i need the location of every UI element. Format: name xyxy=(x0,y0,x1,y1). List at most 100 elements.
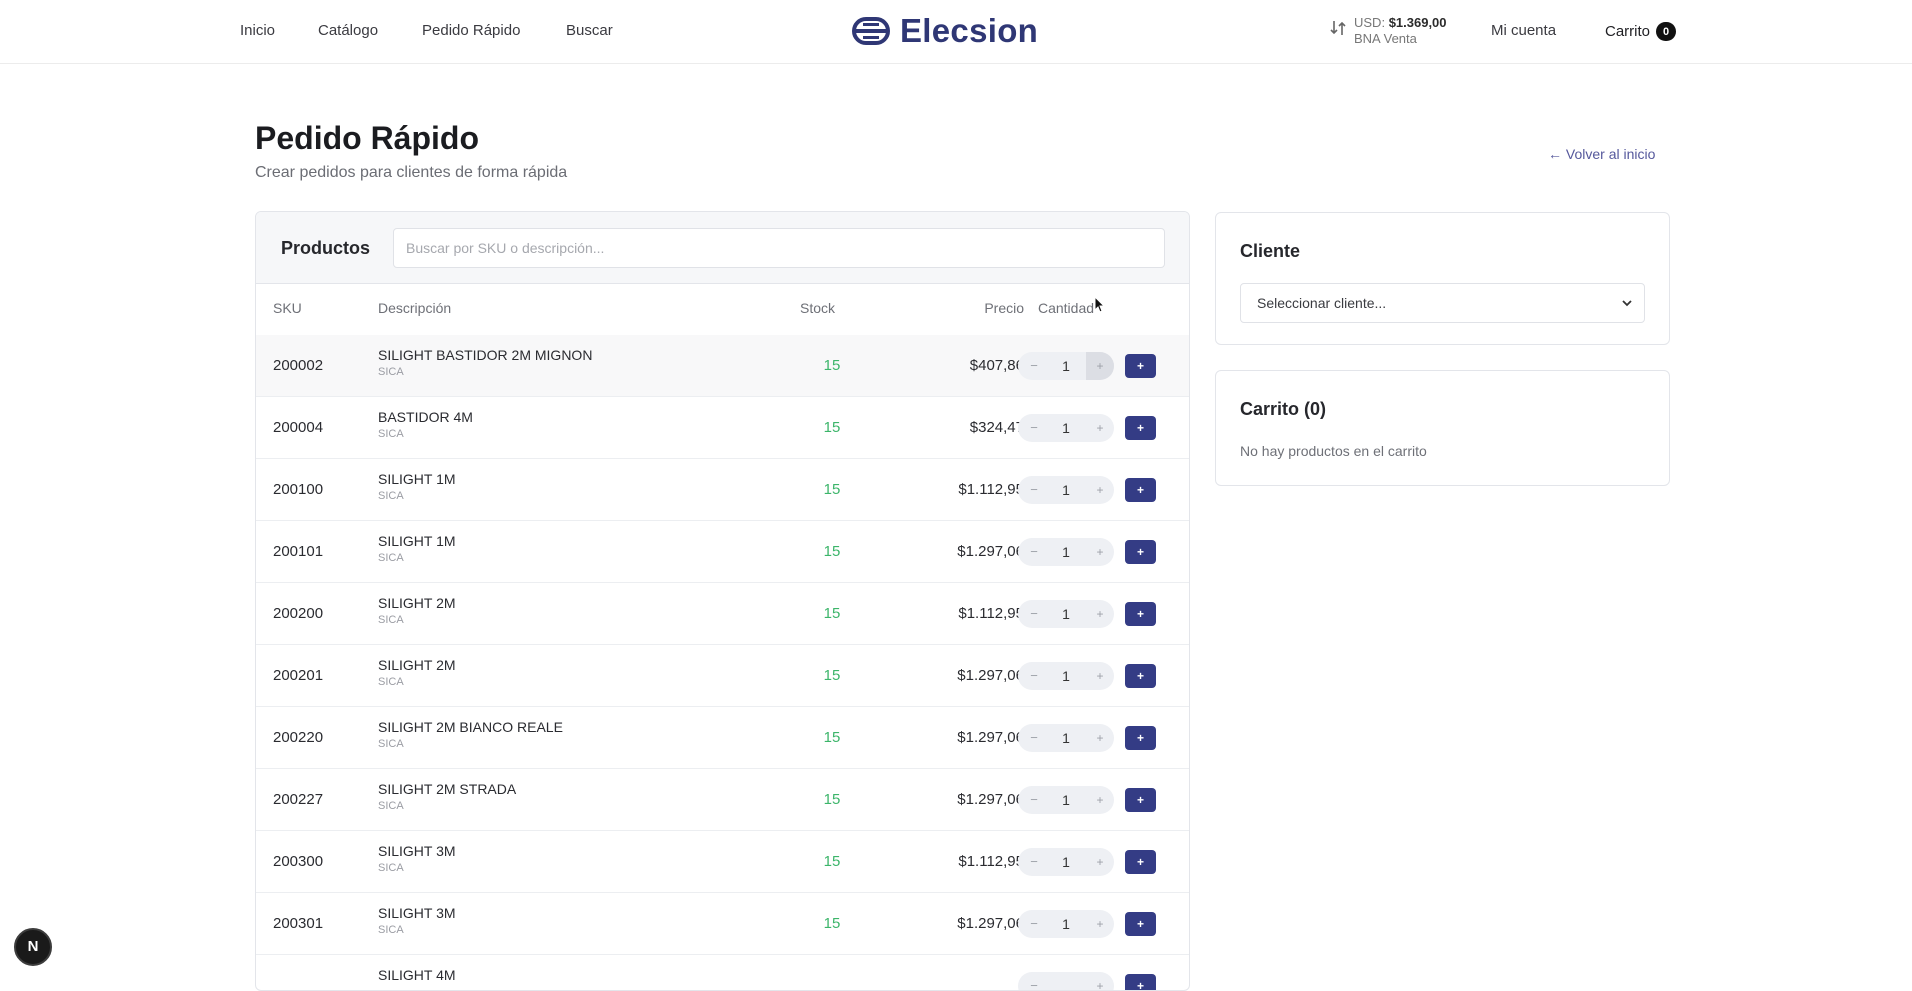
product-sku: 200002 xyxy=(273,357,324,374)
add-to-cart-button[interactable]: + xyxy=(1125,602,1156,626)
increase-quantity-button[interactable]: + xyxy=(1086,600,1114,628)
decrease-quantity-button[interactable]: − xyxy=(1026,790,1042,810)
decrease-quantity-button[interactable]: − xyxy=(1026,728,1042,748)
product-price: $324,47 xyxy=(969,419,1024,436)
usd-label: USD: xyxy=(1354,15,1386,30)
quantity-value[interactable]: 1 xyxy=(1056,728,1076,748)
chevron-down-icon xyxy=(1622,300,1632,307)
product-row: 200300 SILIGHT 3M SICA 15 $1.112,95−1 + + xyxy=(256,831,1189,893)
product-price: $1.297,06 xyxy=(957,667,1024,684)
product-price: $1.297,06 xyxy=(957,915,1024,932)
add-to-cart-button[interactable]: + xyxy=(1125,726,1156,750)
product-sku: 200100 xyxy=(273,481,324,498)
add-to-cart-button[interactable]: + xyxy=(1125,850,1156,874)
quantity-stepper: −1 + xyxy=(1018,538,1114,566)
product-brand: SICA xyxy=(378,862,404,874)
product-brand: SICA xyxy=(378,924,404,936)
cart-empty-message: No hay productos en el carrito xyxy=(1240,443,1427,459)
add-to-cart-button[interactable]: + xyxy=(1125,664,1156,688)
product-sku: 200004 xyxy=(273,419,324,436)
quantity-value[interactable]: 1 xyxy=(1056,666,1076,686)
quantity-value[interactable]: 1 xyxy=(1056,914,1076,934)
increase-quantity-button[interactable]: + xyxy=(1086,972,1114,990)
add-to-cart-button[interactable]: + xyxy=(1125,788,1156,812)
quantity-value[interactable]: 1 xyxy=(1056,790,1076,810)
decrease-quantity-button[interactable]: − xyxy=(1026,666,1042,686)
decrease-quantity-button[interactable]: − xyxy=(1026,914,1042,934)
column-header-sku: SKU xyxy=(273,300,302,316)
decrease-quantity-button[interactable]: − xyxy=(1026,604,1042,624)
decrease-quantity-button[interactable]: − xyxy=(1026,852,1042,872)
quantity-stepper: −1 + xyxy=(1018,910,1114,938)
product-stock: 15 xyxy=(823,419,841,436)
client-select-value: Seleccionar cliente... xyxy=(1257,295,1387,311)
nav-link-pedido-rapido[interactable]: Pedido Rápido xyxy=(422,22,520,39)
brand-logo-icon xyxy=(852,17,890,45)
quantity-stepper: − + xyxy=(1018,972,1114,990)
product-price: $1.112,95 xyxy=(958,481,1024,498)
product-stock: 15 xyxy=(823,667,841,684)
product-description: BASTIDOR 4M xyxy=(378,409,473,425)
increase-quantity-button[interactable]: + xyxy=(1086,786,1114,814)
add-to-cart-button[interactable]: + xyxy=(1125,354,1156,378)
quantity-value[interactable]: 1 xyxy=(1056,852,1076,872)
increase-quantity-button[interactable]: + xyxy=(1086,848,1114,876)
product-row: 200002 SILIGHT BASTIDOR 2M MIGNON SICA 15 $4… xyxy=(256,335,1189,397)
my-account-link[interactable]: Mi cuenta xyxy=(1491,22,1556,39)
quantity-stepper: −1 + xyxy=(1018,476,1114,504)
add-to-cart-button[interactable]: + xyxy=(1125,478,1156,502)
back-home-link[interactable]: ← Volver al inicio xyxy=(1548,146,1655,162)
page-subtitle: Crear pedidos para clientes de forma ráp… xyxy=(255,164,568,181)
increase-quantity-button[interactable]: + xyxy=(1086,662,1114,690)
add-to-cart-button[interactable]: + xyxy=(1125,974,1156,990)
product-description: SILIGHT 1M xyxy=(378,533,456,549)
increase-quantity-button[interactable]: + xyxy=(1086,352,1114,380)
quantity-stepper: −1 + xyxy=(1018,662,1114,690)
product-search-input[interactable] xyxy=(393,228,1165,268)
exchange-icon xyxy=(1330,21,1346,35)
cart-link-label: Carrito xyxy=(1605,23,1651,40)
increase-quantity-button[interactable]: + xyxy=(1086,414,1114,442)
product-price: $1.297,06 xyxy=(957,791,1024,808)
decrease-quantity-button[interactable]: − xyxy=(1026,480,1042,500)
quantity-value[interactable]: 1 xyxy=(1056,356,1076,376)
client-title: Cliente xyxy=(1240,241,1301,261)
increase-quantity-button[interactable]: + xyxy=(1086,724,1114,752)
cart-title: Carrito (0) xyxy=(1240,399,1327,419)
quantity-value[interactable]: 1 xyxy=(1056,418,1076,438)
quantity-value[interactable] xyxy=(1056,976,1076,990)
product-stock: 15 xyxy=(823,915,841,932)
product-row: 200301 SILIGHT 3M SICA 15 $1.297,06−1 + + xyxy=(256,893,1189,955)
product-brand: SICA xyxy=(378,800,404,812)
cart-link[interactable]: Carrito 0 xyxy=(1605,22,1677,41)
product-row: 200227 SILIGHT 2M STRADA SICA 15 $1.297,06−1… xyxy=(256,769,1189,831)
column-header-stock: Stock xyxy=(800,300,836,316)
quantity-value[interactable]: 1 xyxy=(1056,480,1076,500)
decrease-quantity-button[interactable]: − xyxy=(1026,976,1042,990)
increase-quantity-button[interactable]: + xyxy=(1086,538,1114,566)
product-row: 200004 BASTIDOR 4M SICA 15 $324,47−1 + + xyxy=(256,397,1189,459)
quantity-value[interactable]: 1 xyxy=(1056,604,1076,624)
quantity-value[interactable]: 1 xyxy=(1056,542,1076,562)
increase-quantity-button[interactable]: + xyxy=(1086,476,1114,504)
decrease-quantity-button[interactable]: − xyxy=(1026,356,1042,376)
product-brand: SICA xyxy=(378,614,404,626)
next-dev-indicator[interactable]: N xyxy=(14,928,52,966)
products-panel: Productos SKU Descripción Stock Precio C… xyxy=(255,211,1190,991)
nav-link-buscar[interactable]: Buscar xyxy=(566,22,613,39)
usd-value: $1.369,00 xyxy=(1388,15,1447,30)
nav-link-catalogo[interactable]: Catálogo xyxy=(318,22,378,39)
brand-logo-link[interactable]: Elecsion xyxy=(852,12,1038,50)
product-sku: 200201 xyxy=(273,667,324,684)
product-sku: 200200 xyxy=(273,605,324,622)
decrease-quantity-button[interactable]: − xyxy=(1026,418,1042,438)
add-to-cart-button[interactable]: + xyxy=(1125,416,1156,440)
product-sku: 200220 xyxy=(273,729,324,746)
increase-quantity-button[interactable]: + xyxy=(1086,910,1114,938)
client-select[interactable]: Seleccionar cliente... xyxy=(1240,283,1645,323)
product-price: $1.297,06 xyxy=(957,729,1024,746)
nav-link-inicio[interactable]: Inicio xyxy=(240,22,275,39)
add-to-cart-button[interactable]: + xyxy=(1125,912,1156,936)
decrease-quantity-button[interactable]: − xyxy=(1026,542,1042,562)
add-to-cart-button[interactable]: + xyxy=(1125,540,1156,564)
